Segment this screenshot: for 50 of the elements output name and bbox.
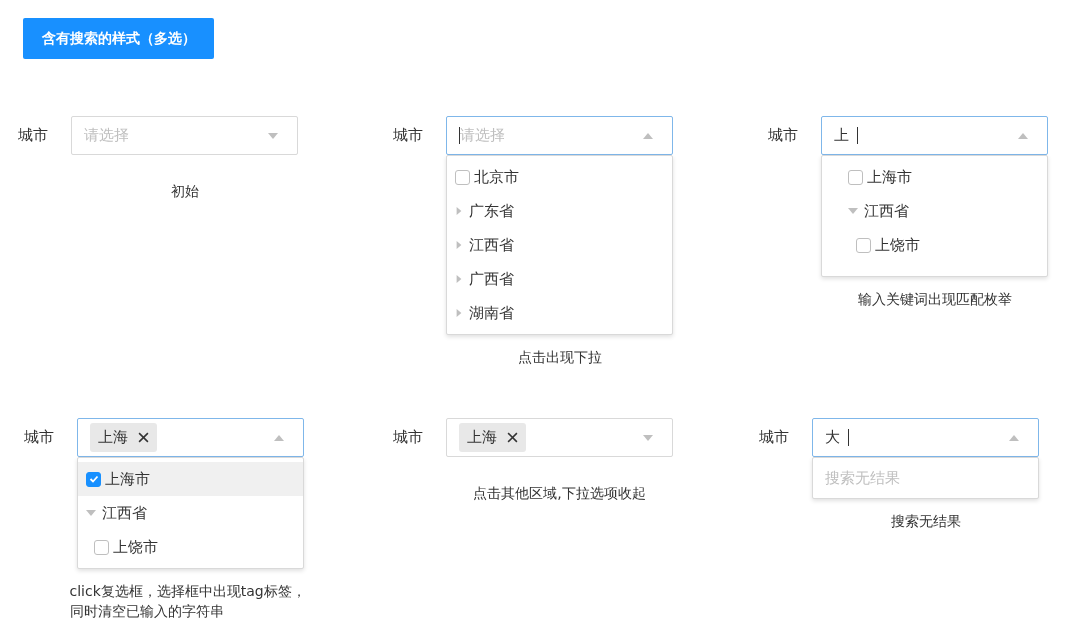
- collapse-triangle-icon[interactable]: [455, 308, 463, 318]
- caret-down-icon[interactable]: [642, 432, 654, 443]
- dropdown-group[interactable]: 湖南省: [447, 296, 672, 330]
- dropdown-group[interactable]: 广东省: [447, 194, 672, 228]
- tag: 上海: [90, 423, 157, 452]
- expand-triangle-icon[interactable]: [848, 206, 858, 216]
- field-label: 城市: [393, 125, 424, 146]
- caption-text: 点击出现下拉: [517, 348, 602, 367]
- close-icon[interactable]: [138, 432, 149, 443]
- field-label: 城市: [768, 125, 799, 146]
- dropdown-group[interactable]: 江西省: [78, 496, 303, 530]
- caption-text: 初始: [170, 182, 199, 201]
- checkbox[interactable]: [94, 539, 109, 555]
- dropdown-group[interactable]: 广西省: [447, 262, 672, 296]
- caption-text: 搜索无结果: [890, 512, 961, 531]
- dropdown-option[interactable]: 上饶市: [822, 228, 1047, 262]
- collapse-triangle-icon[interactable]: [455, 274, 463, 284]
- dropdown-option[interactable]: 上饶市: [78, 530, 303, 564]
- input-value: 上: [834, 125, 849, 147]
- dropdown-option[interactable]: 北京市: [447, 160, 672, 194]
- collapse-triangle-icon[interactable]: [455, 240, 463, 250]
- field-label: 城市: [18, 125, 49, 146]
- caption-text: click复选框，选择框中出现tag标签，同时清空已输入的字符串: [69, 582, 307, 621]
- close-icon[interactable]: [507, 432, 518, 443]
- dropdown-option[interactable]: 上海市: [78, 462, 303, 496]
- placeholder-text: 请选择: [84, 125, 129, 147]
- input-value: 大: [825, 427, 840, 449]
- expand-triangle-icon[interactable]: [86, 508, 96, 518]
- select-field[interactable]: 上海: [77, 418, 304, 457]
- caption-text: 点击其他区域,下拉选项收起: [473, 484, 646, 503]
- dropdown-option[interactable]: 上海市: [822, 160, 1047, 194]
- checkbox[interactable]: [856, 237, 871, 253]
- caption-text: 输入关键词出现匹配枚举: [857, 290, 1012, 309]
- select-field[interactable]: 大: [812, 418, 1039, 457]
- check-icon: [88, 474, 99, 484]
- field-label: 城市: [24, 427, 55, 448]
- checkbox[interactable]: [848, 169, 863, 185]
- tag: 上海: [459, 423, 526, 452]
- select-field[interactable]: 上海: [446, 418, 673, 457]
- empty-message: 搜索无结果: [824, 468, 901, 489]
- checkbox[interactable]: [86, 471, 101, 487]
- field-label: 城市: [393, 427, 424, 448]
- checkbox[interactable]: [455, 169, 470, 185]
- placeholder-text: 请选择: [460, 125, 505, 147]
- collapse-triangle-icon[interactable]: [455, 206, 463, 216]
- caret-down-icon[interactable]: [267, 130, 279, 141]
- select-field[interactable]: 上: [821, 116, 1048, 155]
- dropdown-group[interactable]: 江西省: [447, 228, 672, 262]
- dropdown-group[interactable]: 江西省: [822, 194, 1047, 228]
- field-label: 城市: [759, 427, 790, 448]
